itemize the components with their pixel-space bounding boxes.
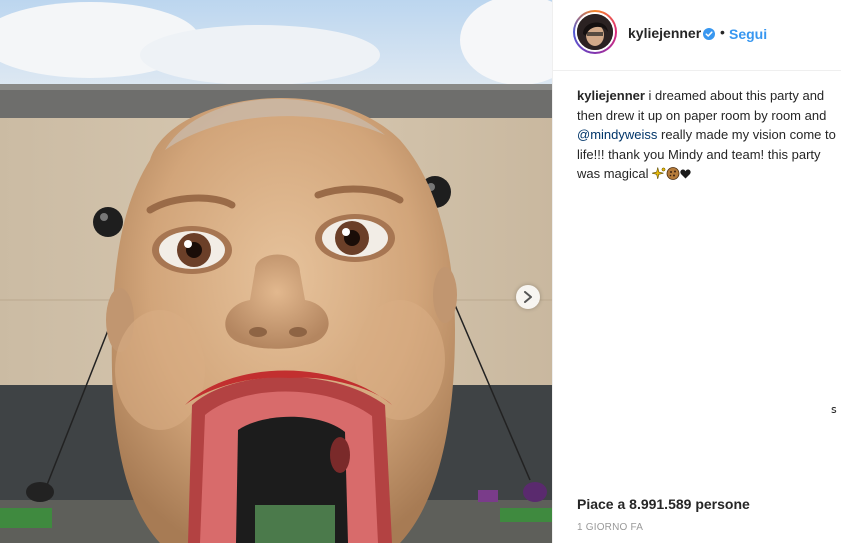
avatar-image [575, 12, 615, 52]
verified-badge-icon [703, 27, 715, 45]
sparkles-emoji-icon [652, 166, 666, 181]
separator-dot: • [720, 24, 725, 40]
profile-photo [577, 14, 613, 50]
stray-character: ꜱ [831, 404, 837, 416]
header-username[interactable]: kyliejenner [628, 25, 701, 41]
caption-mention-link[interactable]: @mindyweiss [577, 127, 657, 142]
cookie-emoji-icon [666, 166, 680, 181]
likes-count[interactable]: Piace a 8.991.589 persone [577, 496, 750, 512]
post-image[interactable] [0, 0, 552, 543]
post-photo [0, 0, 552, 543]
post-header: kyliejenner • Segui [553, 0, 841, 71]
follow-button[interactable]: Segui [729, 26, 767, 42]
chevron-right-icon [524, 291, 532, 303]
post-timestamp[interactable]: 1 GIORNO FA [577, 522, 643, 533]
next-image-button[interactable] [516, 285, 540, 309]
caption-username[interactable]: kyliejenner [577, 88, 645, 103]
post-caption: kyliejenner i dreamed about this party a… [577, 86, 841, 184]
post-details-panel: kyliejenner • Segui kyliejenner i dreame… [552, 0, 841, 543]
heart-emoji-icon [680, 166, 691, 181]
avatar[interactable] [573, 10, 617, 54]
